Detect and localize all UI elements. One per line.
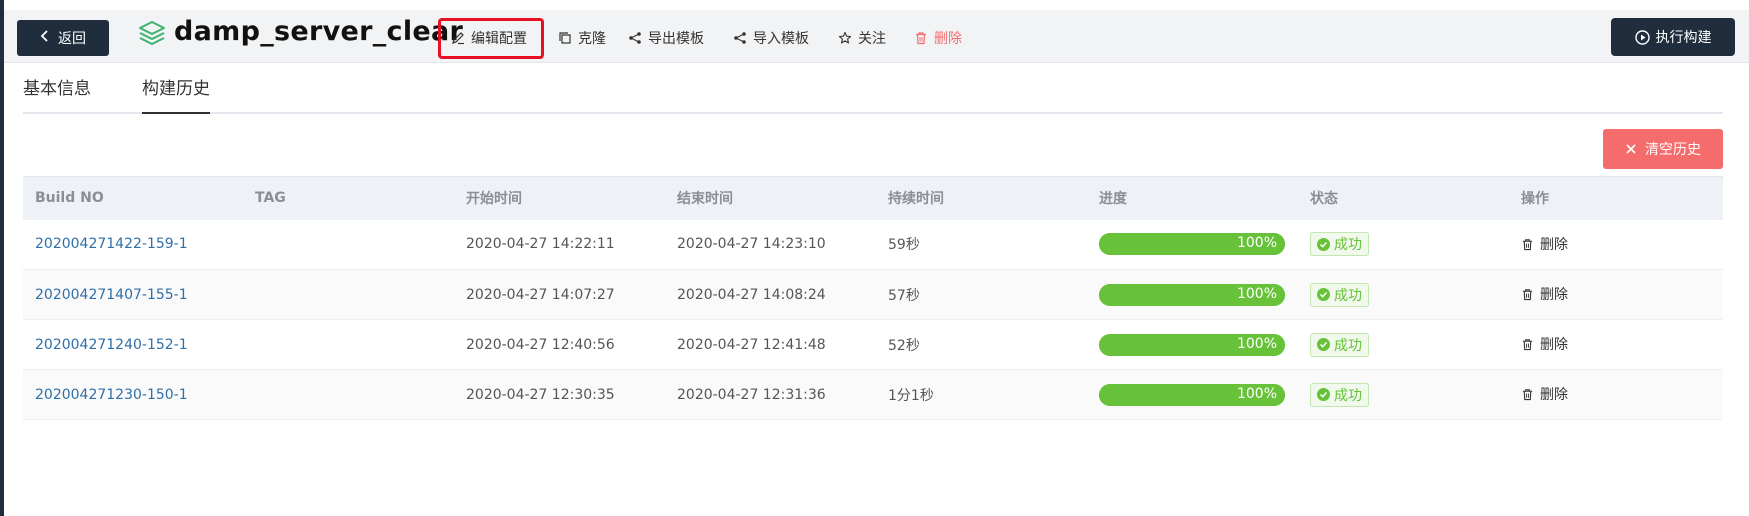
- start-time-cell: 2020-04-27 14:07:27: [466, 286, 615, 303]
- page-title: damp_server_clear: [174, 16, 464, 47]
- column-header: 状态: [1298, 176, 1509, 220]
- delete-button[interactable]: 删除: [914, 26, 962, 50]
- tag-cell: [243, 370, 454, 420]
- clone-button[interactable]: 克隆: [558, 26, 606, 50]
- build-no-link[interactable]: 202004271407-155-1: [35, 287, 188, 303]
- run-build-button[interactable]: 执行构建: [1611, 18, 1735, 56]
- progress-text: 100%: [1236, 285, 1277, 302]
- play-circle-icon: [1634, 29, 1650, 45]
- progress-bar: 100%: [1099, 383, 1285, 406]
- layers-icon: [139, 21, 165, 45]
- clone-label: 克隆: [578, 31, 606, 47]
- progress-text: 100%: [1236, 235, 1277, 252]
- page-header: 返回 damp_server_clear 编辑配置 克隆 导出模板 导入模板 关…: [4, 10, 1749, 63]
- column-header: 持续时间: [876, 176, 1087, 220]
- trash-icon: [1522, 289, 1533, 300]
- duration-cell: 1分1秒: [888, 387, 934, 404]
- chevron-left-icon: [40, 30, 50, 46]
- table-row: 202004271230-150-1 2020-04-27 12:30:35 2…: [23, 369, 1723, 420]
- status-text: 成功: [1334, 387, 1362, 404]
- trash-icon: [1522, 339, 1533, 350]
- row-delete-button[interactable]: 删除: [1521, 284, 1568, 304]
- status-badge: 成功: [1310, 232, 1369, 257]
- trash-icon: [916, 32, 926, 45]
- tab-build-history[interactable]: 构建历史: [142, 74, 210, 114]
- duration-cell: 57秒: [888, 287, 920, 304]
- progress-bar: 100%: [1099, 333, 1285, 356]
- tag-cell: [243, 220, 454, 270]
- start-time-cell: 2020-04-27 12:30:35: [466, 386, 615, 403]
- build-no-link[interactable]: 202004271230-150-1: [35, 387, 188, 403]
- copy-icon: [559, 32, 571, 44]
- progress-bar: 100%: [1099, 283, 1285, 306]
- clear-history-button[interactable]: 清空历史: [1603, 129, 1723, 169]
- column-header: Build NO: [23, 176, 243, 220]
- left-nav-strip: [0, 0, 4, 516]
- row-delete-button[interactable]: 删除: [1521, 234, 1568, 254]
- tab-bar: 基本信息 构建历史: [23, 64, 1723, 114]
- import-template-button[interactable]: 导入模板: [733, 26, 809, 50]
- status-badge: 成功: [1310, 332, 1369, 357]
- column-header: 操作: [1509, 176, 1723, 220]
- end-time-cell: 2020-04-27 14:08:24: [677, 286, 826, 303]
- status-text: 成功: [1334, 237, 1362, 254]
- end-time-cell: 2020-04-27 14:23:10: [677, 236, 826, 253]
- follow-label: 关注: [858, 31, 886, 47]
- tag-cell: [243, 320, 454, 370]
- run-build-label: 执行构建: [1655, 30, 1712, 46]
- edit-config-highlight: [438, 18, 544, 59]
- table-row: 202004271422-159-1 2020-04-27 14:22:11 2…: [23, 220, 1723, 270]
- check-circle-icon: [1317, 237, 1330, 251]
- tab-basic-info[interactable]: 基本信息: [23, 74, 91, 112]
- progress-bar: 100%: [1099, 233, 1285, 256]
- build-history-table: Build NO TAG 开始时间 结束时间 持续时间 进度 状态 操作 202…: [23, 176, 1723, 420]
- import-template-label: 导入模板: [753, 31, 809, 47]
- row-delete-label: 删除: [1540, 337, 1568, 354]
- trash-icon: [1522, 389, 1533, 400]
- end-time-cell: 2020-04-27 12:31:36: [677, 386, 826, 403]
- check-circle-icon: [1317, 288, 1330, 301]
- column-header: TAG: [243, 176, 454, 220]
- share-icon: [734, 32, 746, 44]
- star-icon: [838, 31, 852, 44]
- export-template-label: 导出模板: [648, 31, 704, 47]
- row-delete-button[interactable]: 删除: [1521, 384, 1568, 404]
- build-no-link[interactable]: 202004271422-159-1: [35, 236, 188, 252]
- progress-text: 100%: [1236, 385, 1277, 402]
- end-time-cell: 2020-04-27 12:41:48: [677, 336, 826, 353]
- progress-text: 100%: [1236, 335, 1277, 352]
- trash-icon: [1522, 238, 1533, 250]
- column-header: 结束时间: [665, 176, 876, 220]
- tag-cell: [243, 270, 454, 320]
- status-text: 成功: [1334, 287, 1362, 304]
- table-row: 202004271407-155-1 2020-04-27 14:07:27 2…: [23, 269, 1723, 320]
- back-button[interactable]: 返回: [17, 20, 109, 56]
- check-circle-icon: [1317, 388, 1330, 401]
- duration-cell: 59秒: [888, 237, 920, 254]
- table-header-row: Build NO TAG 开始时间 结束时间 持续时间 进度 状态 操作: [23, 176, 1723, 220]
- share-icon: [629, 32, 641, 44]
- export-template-button[interactable]: 导出模板: [628, 26, 704, 50]
- row-delete-label: 删除: [1540, 387, 1568, 404]
- column-header: 进度: [1087, 176, 1298, 220]
- row-delete-button[interactable]: 删除: [1521, 334, 1568, 354]
- delete-label: 删除: [934, 31, 962, 47]
- status-text: 成功: [1334, 337, 1362, 354]
- back-label: 返回: [58, 31, 86, 47]
- close-icon: [1626, 144, 1636, 154]
- check-circle-icon: [1317, 338, 1330, 351]
- start-time-cell: 2020-04-27 14:22:11: [466, 236, 615, 253]
- clear-history-label: 清空历史: [1645, 142, 1701, 158]
- follow-button[interactable]: 关注: [838, 26, 886, 50]
- duration-cell: 52秒: [888, 337, 920, 354]
- table-row: 202004271240-152-1 2020-04-27 12:40:56 2…: [23, 320, 1723, 370]
- column-header: 开始时间: [454, 176, 665, 220]
- status-badge: 成功: [1310, 382, 1369, 407]
- row-delete-label: 删除: [1540, 237, 1568, 253]
- build-no-link[interactable]: 202004271240-152-1: [35, 337, 188, 353]
- row-delete-label: 删除: [1540, 287, 1568, 304]
- status-badge: 成功: [1310, 282, 1369, 307]
- start-time-cell: 2020-04-27 12:40:56: [466, 336, 615, 353]
